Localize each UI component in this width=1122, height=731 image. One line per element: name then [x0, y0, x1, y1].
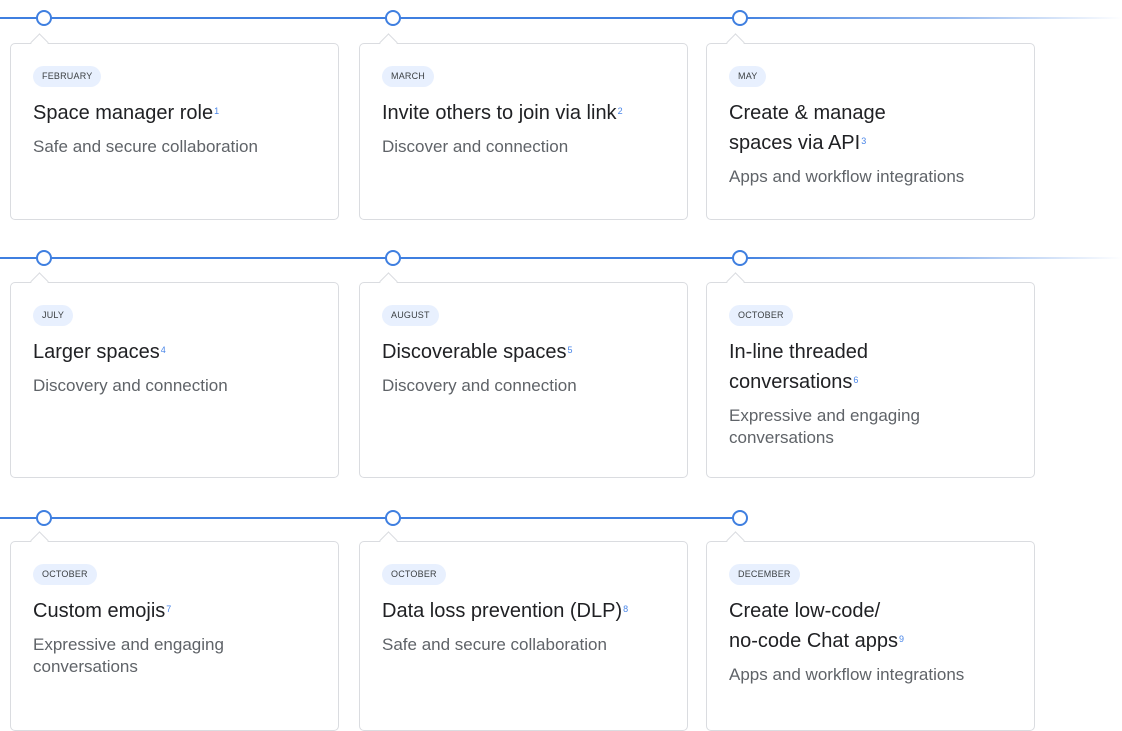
footnote-marker[interactable]: 7: [166, 604, 171, 614]
timeline-card: MARCH Invite others to join via link2 Di…: [359, 43, 688, 220]
timeline-node-icon: [732, 250, 748, 266]
month-badge: JULY: [33, 305, 74, 326]
timeline-row-3: OCTOBER Custom emojis7 Expressive and en…: [0, 500, 1122, 731]
card-description: Expressive and engaging conversations: [729, 406, 920, 447]
timeline-node-icon: [36, 250, 52, 266]
card-title: Space manager role1: [33, 102, 220, 124]
timeline-card: OCTOBER Data loss prevention (DLP)8 Safe…: [359, 541, 688, 731]
timeline-node-icon: [732, 510, 748, 526]
month-badge: DECEMBER: [729, 564, 800, 585]
card-description: Discover and connection: [382, 137, 569, 156]
footnote-marker[interactable]: 8: [623, 604, 628, 614]
timeline-card: JULY Larger spaces4 Discovery and connec…: [10, 282, 339, 478]
card-description: Apps and workflow integrations: [729, 167, 965, 186]
timeline-node-icon: [36, 10, 52, 26]
timeline-card: DECEMBER Create low-code/no-code Chat ap…: [706, 541, 1035, 731]
month-badge: AUGUST: [382, 305, 439, 326]
card-description: Safe and secure collaboration: [33, 137, 258, 156]
timeline-node-icon: [732, 10, 748, 26]
timeline-row-2: JULY Larger spaces4 Discovery and connec…: [0, 240, 1122, 480]
card-title: Data loss prevention (DLP)8: [382, 600, 629, 622]
footnote-marker[interactable]: 9: [899, 634, 904, 644]
footnote-marker[interactable]: 5: [568, 345, 573, 355]
timeline-node-icon: [36, 510, 52, 526]
card-description: Discovery and connection: [382, 376, 577, 395]
card-description: Apps and workflow integrations: [729, 665, 965, 684]
timeline-node-icon: [385, 10, 401, 26]
month-badge: MARCH: [382, 66, 434, 87]
timeline-node-icon: [385, 250, 401, 266]
month-badge: OCTOBER: [33, 564, 97, 585]
footnote-marker[interactable]: 4: [161, 345, 166, 355]
timeline-node-icon: [385, 510, 401, 526]
card-description: Expressive and engaging conversations: [33, 635, 224, 676]
month-badge: FEBRUARY: [33, 66, 102, 87]
timeline-card: AUGUST Discoverable spaces5 Discovery an…: [359, 282, 688, 478]
card-title: Invite others to join via link2: [382, 102, 623, 124]
card-title: Larger spaces4: [33, 341, 166, 363]
card-title: Discoverable spaces5: [382, 341, 573, 363]
timeline-card: MAY Create & manage spaces via API3 Apps …: [706, 43, 1035, 220]
month-badge: OCTOBER: [729, 305, 793, 326]
card-title: Create & manage spaces via API3: [729, 102, 886, 154]
card-title: Custom emojis7: [33, 600, 172, 622]
footnote-marker[interactable]: 3: [861, 136, 866, 146]
month-badge: MAY: [729, 66, 767, 87]
timeline-card: OCTOBER Custom emojis7 Expressive and en…: [10, 541, 339, 731]
timeline-line: [0, 257, 1122, 259]
timeline-card: FEBRUARY Space manager role1 Safe and se…: [10, 43, 339, 220]
card-title: Create low-code/no-code Chat apps9: [729, 600, 905, 652]
timeline-line: [0, 17, 1122, 19]
footnote-marker[interactable]: 2: [618, 106, 623, 116]
card-description: Safe and secure collaboration: [382, 635, 607, 654]
timeline-row-1: FEBRUARY Space manager role1 Safe and se…: [0, 0, 1122, 230]
footnote-marker[interactable]: 1: [214, 106, 219, 116]
card-description: Discovery and connection: [33, 376, 228, 395]
timeline-line: [0, 517, 740, 519]
footnote-marker[interactable]: 6: [853, 375, 858, 385]
timeline-card: OCTOBER In-line threaded conversations6 E…: [706, 282, 1035, 478]
card-title: In-line threaded conversations6: [729, 341, 868, 393]
month-badge: OCTOBER: [382, 564, 446, 585]
